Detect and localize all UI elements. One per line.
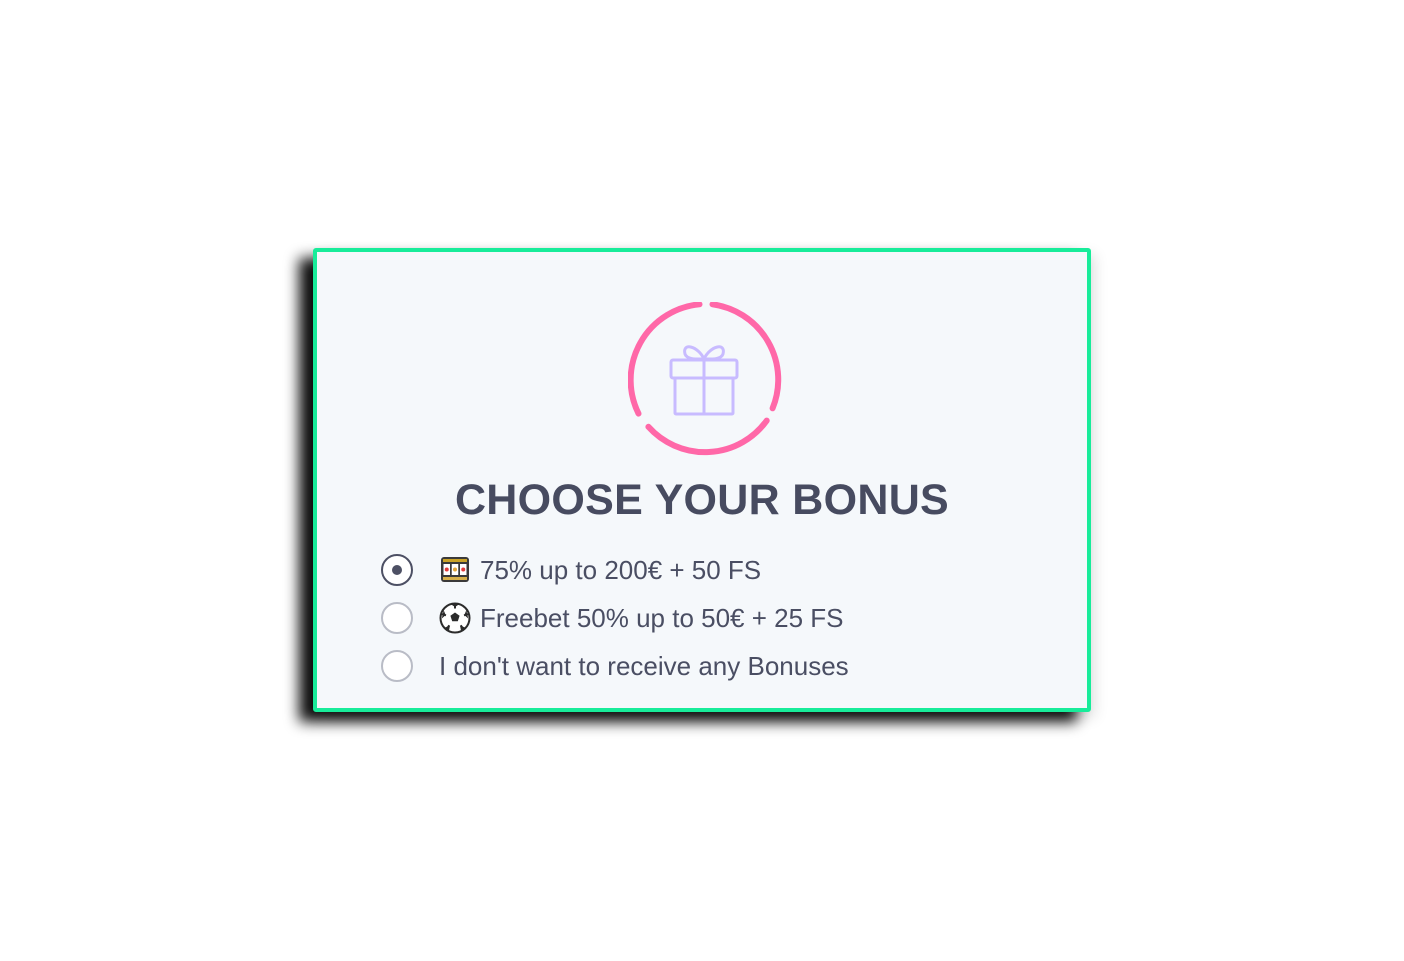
radio-button-selected[interactable] (381, 554, 413, 586)
soccer-ball-icon (439, 602, 471, 634)
bonus-options: 75% up to 200€ + 50 FS Freebet 50% up to… (381, 546, 1021, 690)
bonus-selection-card: CHOOSE YOUR BONUS 75% up to 200€ + 50 FS… (313, 248, 1091, 712)
gift-icon (628, 302, 782, 456)
bonus-option-casino[interactable]: 75% up to 200€ + 50 FS (381, 546, 1021, 594)
bonus-option-none[interactable]: I don't want to receive any Bonuses (381, 642, 1021, 690)
bonus-option-label: I don't want to receive any Bonuses (439, 650, 849, 681)
radio-button[interactable] (381, 650, 413, 682)
bonus-option-label: 75% up to 200€ + 50 FS (480, 554, 762, 585)
page: CHOOSE YOUR BONUS 75% up to 200€ + 50 FS… (0, 0, 1404, 961)
slot-machine-icon (439, 554, 471, 586)
page-title: CHOOSE YOUR BONUS (454, 476, 950, 524)
radio-button[interactable] (381, 602, 413, 634)
gift-badge (628, 302, 784, 458)
bonus-option-sport[interactable]: Freebet 50% up to 50€ + 25 FS (381, 594, 1021, 642)
bonus-option-label: Freebet 50% up to 50€ + 25 FS (480, 602, 844, 633)
